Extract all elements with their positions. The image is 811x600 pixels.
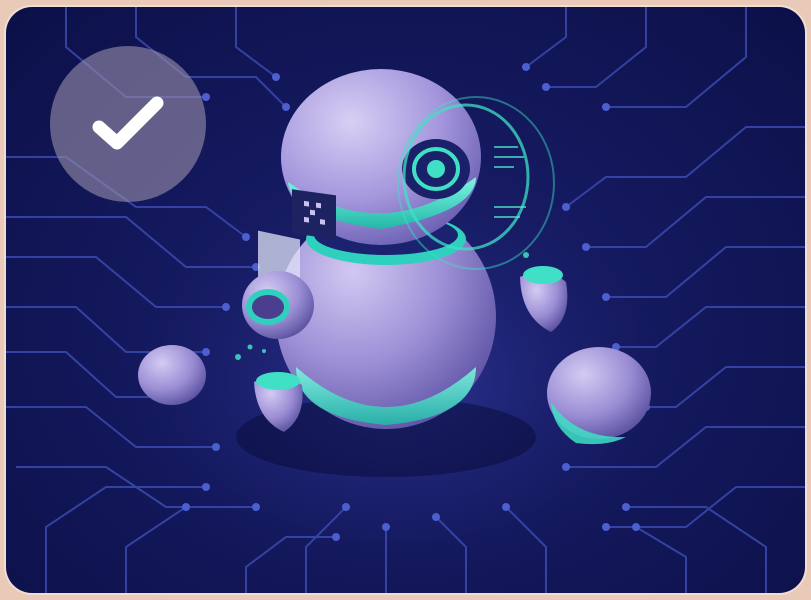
- selected-checkmark-badge[interactable]: [50, 46, 206, 202]
- illustration-card[interactable]: [6, 7, 805, 593]
- checkmark-icon: [92, 96, 164, 150]
